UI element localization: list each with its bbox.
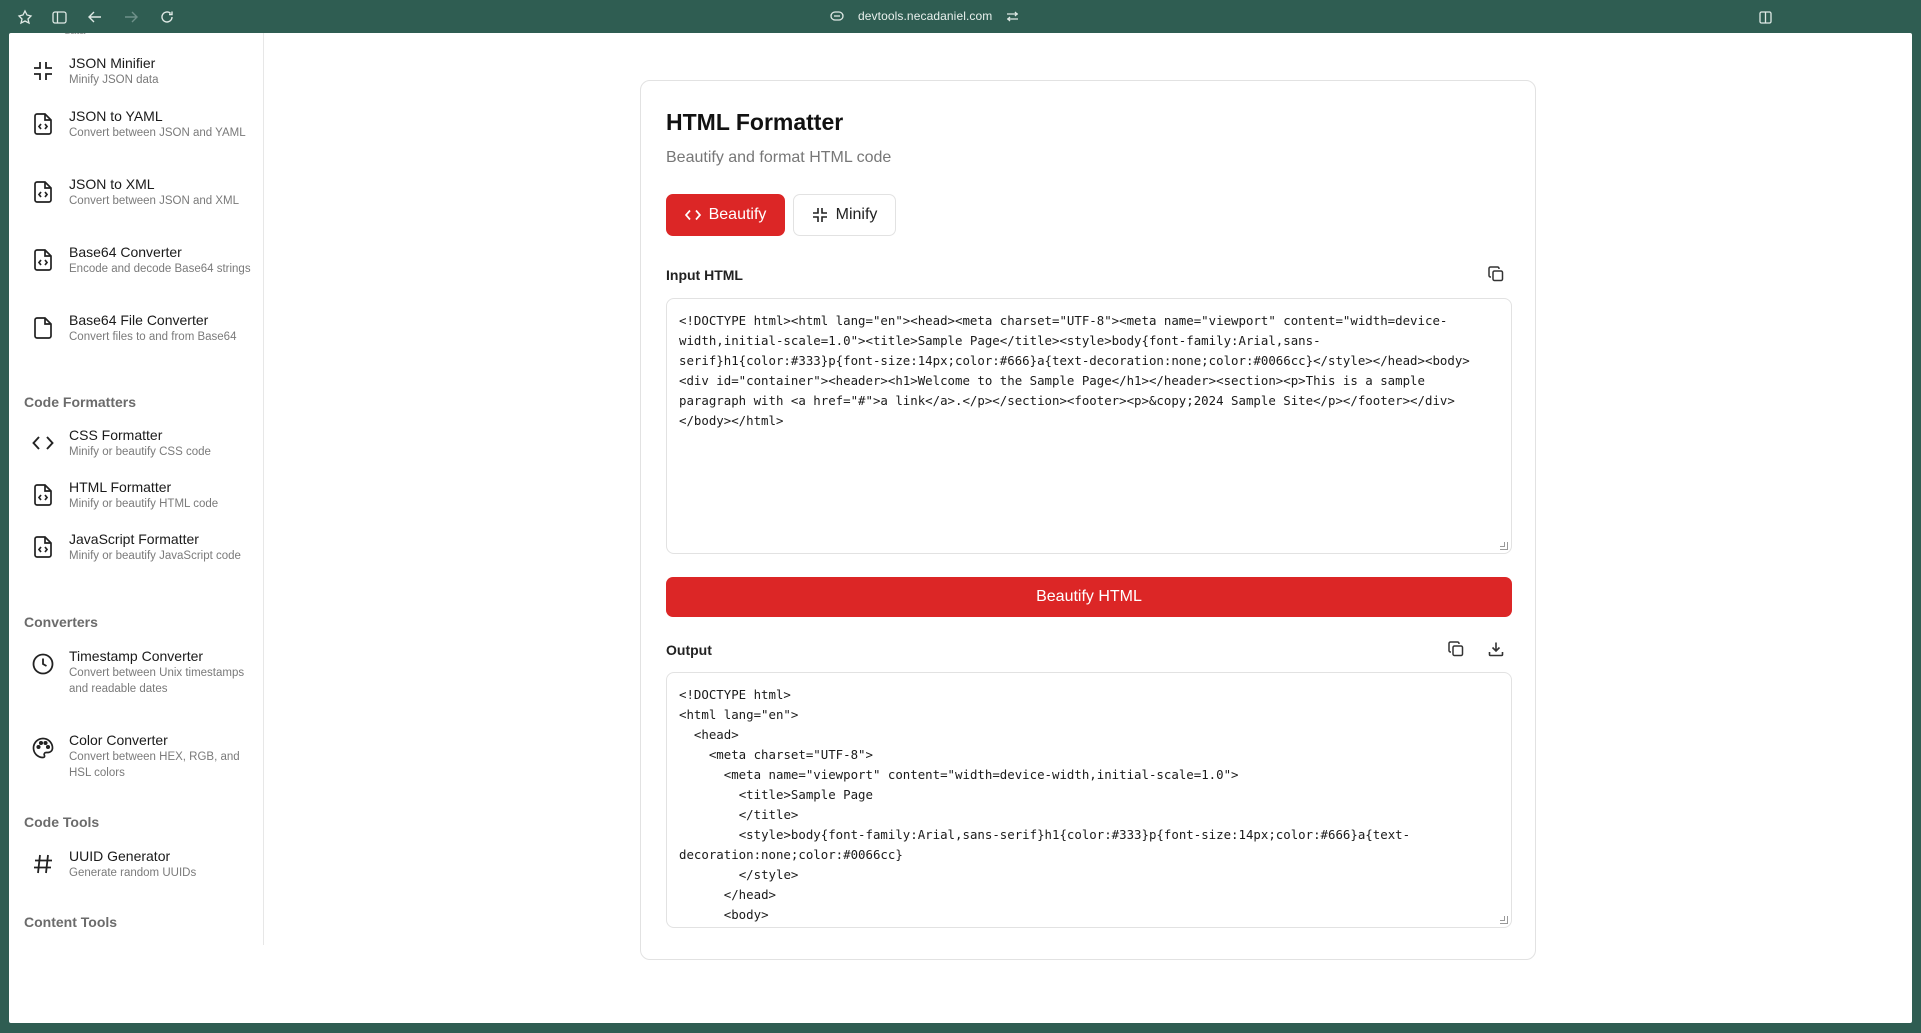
tune-icon[interactable] [1006,11,1019,22]
sidebar-section-converters: Converters [24,614,98,630]
output-html-text[interactable]: <!DOCTYPE html> <html lang="en"> <head> … [679,685,1499,925]
sidebar-item-desc: Minify or beautify CSS code [69,446,211,458]
sidebar-item-color-converter[interactable]: Color Converter Convert between HEX, RGB… [29,732,254,781]
sidebar-item-desc: Encode and decode Base64 strings [69,263,251,275]
sidebar-item-title: Base64 Converter [69,244,182,260]
output-label: Output [666,642,712,658]
hash-icon [29,850,57,878]
sidebar-item-desc: Minify JSON data [69,74,159,86]
file-icon [29,314,57,342]
minify-icon [29,57,57,85]
sidebar-item-timestamp-converter[interactable]: Timestamp Converter Convert between Unix… [29,648,254,697]
sidebar-item-json-to-xml[interactable]: JSON to XML Convert between JSON and XML [29,176,254,209]
sidebar-section-code-formatters: Code Formatters [24,394,137,410]
sidebar-item-title: JSON to YAML [69,108,163,124]
page-title: HTML Formatter [666,109,844,135]
sidebar-item-title: UUID Generator [69,848,171,864]
sidebar-item-title: JavaScript Formatter [69,531,199,547]
sidebar-item-desc: Convert files to and from Base64 [69,331,237,343]
app-logo-icon[interactable] [16,8,34,26]
sidebar-clipped-text: data [64,33,85,37]
minify-mode-button[interactable]: Minify [793,194,896,236]
code-brackets-icon [29,429,57,457]
split-view-icon[interactable] [1756,8,1774,26]
sidebar-item-title: CSS Formatter [69,427,163,443]
sidebar-section-content-tools: Content Tools [24,914,118,930]
app-window: data JSON Minifier Minify JSON data JSON… [9,33,1912,1023]
resize-handle[interactable] [1500,916,1508,924]
palette-icon [29,734,57,762]
beautify-mode-label: Beautify [708,206,767,223]
input-label: Input HTML [666,267,743,283]
sidebar-section-code-tools: Code Tools [24,814,100,830]
sidebar-item-desc: Convert between HEX, RGB, and HSL colors [69,751,240,779]
sidebar-item-html-formatter[interactable]: HTML Formatter Minify or beautify HTML c… [29,479,254,512]
output-html-field[interactable]: <!DOCTYPE html> <html lang="en"> <head> … [666,672,1512,928]
sidebar-item-title: Color Converter [69,732,168,748]
sidebar-item-desc: Convert between JSON and XML [69,195,240,207]
sidebar-item-title: Timestamp Converter [69,648,204,664]
back-icon[interactable] [86,8,104,26]
sidebar-item-desc: Convert between Unix timestamps and read… [69,667,245,695]
copy-input-icon[interactable] [1485,263,1507,285]
file-code-icon [29,246,57,274]
sidebar-item-base64-converter[interactable]: Base64 Converter Encode and decode Base6… [29,244,254,277]
reload-icon[interactable] [158,8,176,26]
code-brackets-icon [684,209,701,221]
sidebar-item-desc: Generate random UUIDs [69,867,197,879]
beautify-html-button[interactable]: Beautify HTML [666,577,1512,617]
site-info-icon[interactable] [830,11,844,21]
sidebar-item-css-formatter[interactable]: CSS Formatter Minify or beautify CSS cod… [29,427,254,460]
resize-handle[interactable] [1500,542,1508,550]
sidebar-item-title: JSON to XML [69,176,155,192]
minify-mode-label: Minify [835,206,878,223]
page-subtitle: Beautify and format HTML code [666,149,892,166]
sidebar-item-json-minifier[interactable]: JSON Minifier Minify JSON data [29,55,254,88]
formatter-card: HTML Formatter Beautify and format HTML … [640,80,1536,960]
forward-icon[interactable] [122,8,140,26]
clock-icon [29,650,57,678]
file-code-icon [29,533,57,561]
beautify-mode-button[interactable]: Beautify [666,194,785,236]
file-code-icon [29,481,57,509]
input-html-textarea[interactable]: <!DOCTYPE html><html lang="en"><head><me… [679,311,1499,541]
file-code-icon [29,110,57,138]
minify-icon [812,208,827,222]
browser-toolbar: devtools.necadaniel.com [0,0,1921,33]
sidebar-item-desc: Minify or beautify JavaScript code [69,550,241,562]
download-icon[interactable] [1485,638,1507,660]
url-text[interactable]: devtools.necadaniel.com [858,9,992,23]
sidebar-item-desc: Minify or beautify HTML code [69,498,219,510]
sidebar-item-uuid-generator[interactable]: UUID Generator Generate random UUIDs [29,848,254,881]
address-bar[interactable]: devtools.necadaniel.com [830,9,1019,23]
sidebar-item-title: HTML Formatter [69,479,172,495]
sidebar-item-desc: Convert between JSON and YAML [69,127,246,139]
sidebar-item-base64-file-converter[interactable]: Base64 File Converter Convert files to a… [29,312,254,345]
sidebar-item-title: Base64 File Converter [69,312,209,328]
copy-output-icon[interactable] [1445,638,1467,660]
sidebar-item-title: JSON Minifier [69,55,156,71]
sidebar: data JSON Minifier Minify JSON data JSON… [9,33,264,945]
sidebar-toggle-icon[interactable] [50,8,68,26]
input-html-field[interactable]: <!DOCTYPE html><html lang="en"><head><me… [666,298,1512,554]
sidebar-item-javascript-formatter[interactable]: JavaScript Formatter Minify or beautify … [29,531,254,564]
file-code-icon [29,178,57,206]
sidebar-item-json-to-yaml[interactable]: JSON to YAML Convert between JSON and YA… [29,108,254,141]
